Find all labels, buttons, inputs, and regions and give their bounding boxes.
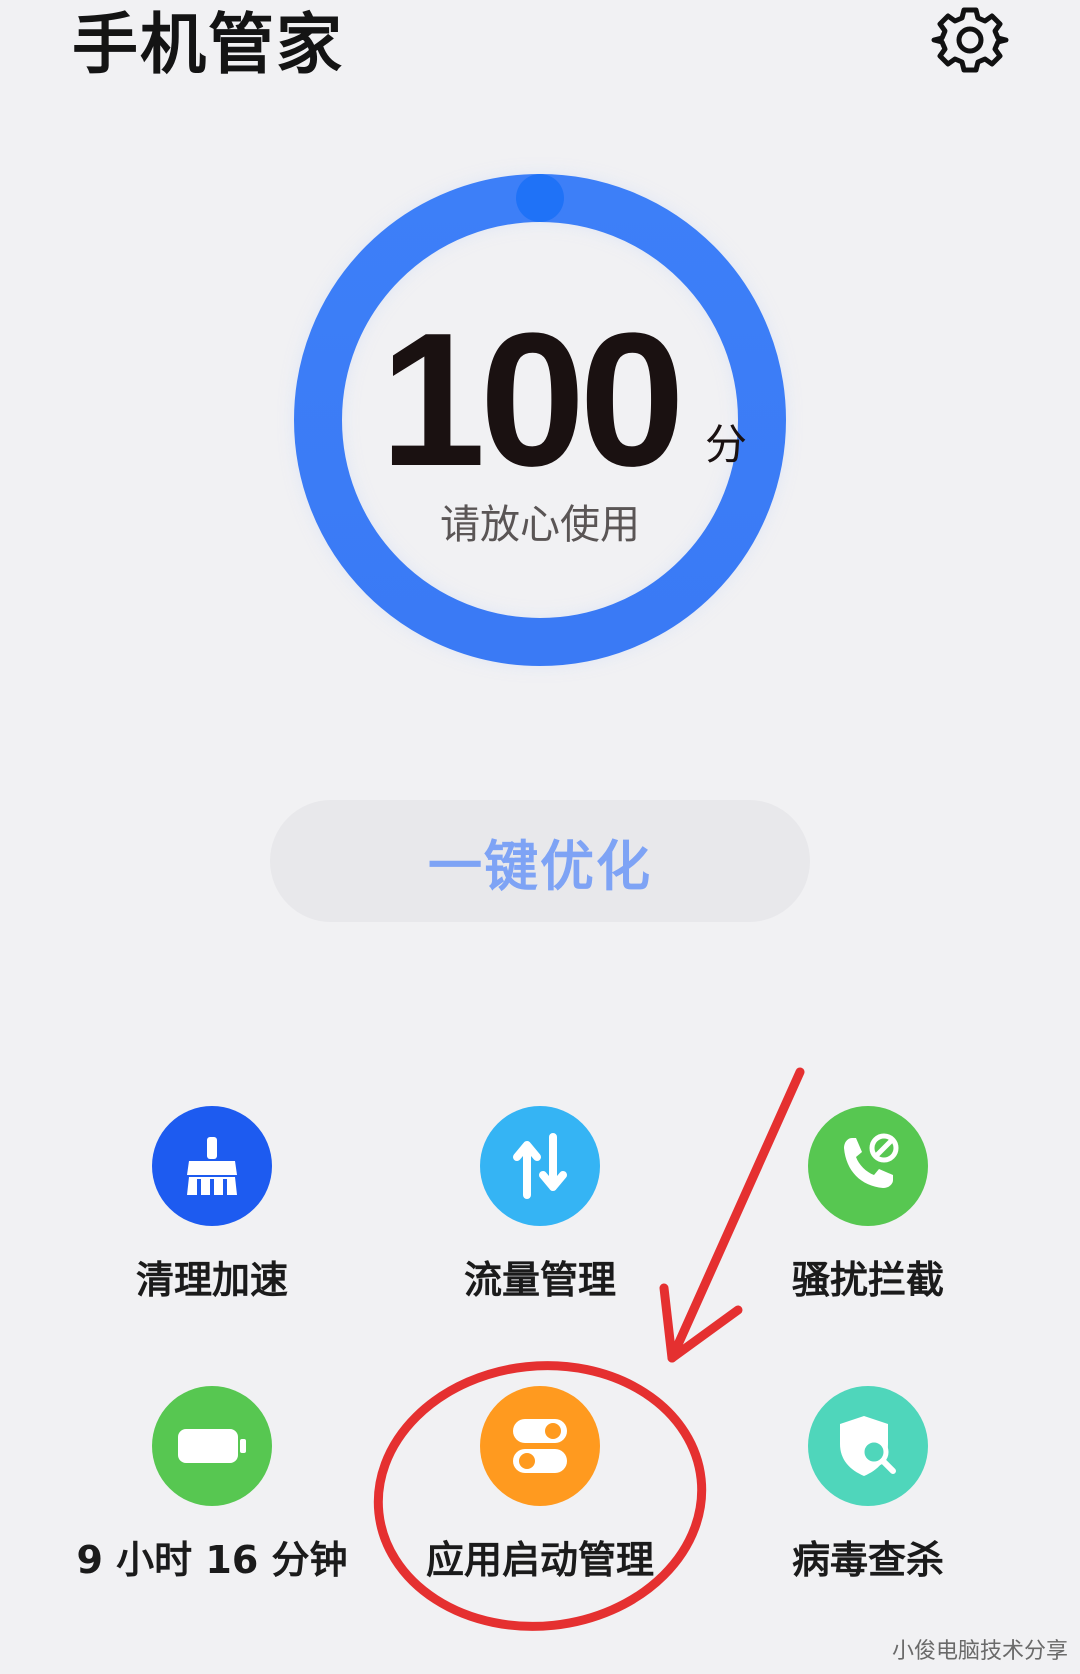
score-unit: 分 [705,420,748,469]
tool-icon-bg [480,1106,600,1226]
gear-icon [931,7,1009,73]
tool-battery[interactable]: 9 小时 16 分钟 [77,1386,348,1616]
score-status: 请放心使用 [440,502,640,548]
shield-search-icon [840,1416,896,1476]
tool-virus-scan[interactable]: 病毒查杀 [748,1386,988,1616]
tool-label: 清理加速 [135,1258,288,1302]
tool-label: 流量管理 [463,1258,616,1302]
page-title: 手机管家 [72,6,344,83]
tool-icon-bg [152,1106,272,1226]
score-value: 100 [380,294,685,506]
toggle-switch-icon [513,1419,567,1473]
tool-label: 应用启动管理 [425,1538,654,1582]
blocked-call-icon [844,1133,899,1188]
annotation-arrowhead [659,1283,743,1363]
tool-data-management[interactable]: 流量管理 [420,1106,660,1336]
tool-app-launch-management[interactable]: 应用启动管理 [420,1386,660,1616]
settings-button[interactable] [930,0,1010,80]
optimize-button[interactable]: 一键优化 [270,800,810,922]
broom-icon [187,1137,237,1195]
tool-label: 骚扰拦截 [791,1258,944,1302]
tool-label: 9 小时 16 分钟 [76,1538,348,1582]
tool-icon-bg [152,1386,272,1506]
tool-icon-bg [480,1386,600,1506]
tool-harassment-block[interactable]: 骚扰拦截 [748,1106,988,1336]
tool-clean-speedup[interactable]: 清理加速 [92,1106,332,1336]
data-transfer-icon [513,1133,567,1199]
watermark: 小俊电脑技术分享 [891,1639,1068,1664]
tool-icon-bg [808,1386,928,1506]
tool-label: 病毒查杀 [791,1538,944,1582]
battery-icon [178,1429,246,1463]
tool-icon-bg [808,1106,928,1226]
